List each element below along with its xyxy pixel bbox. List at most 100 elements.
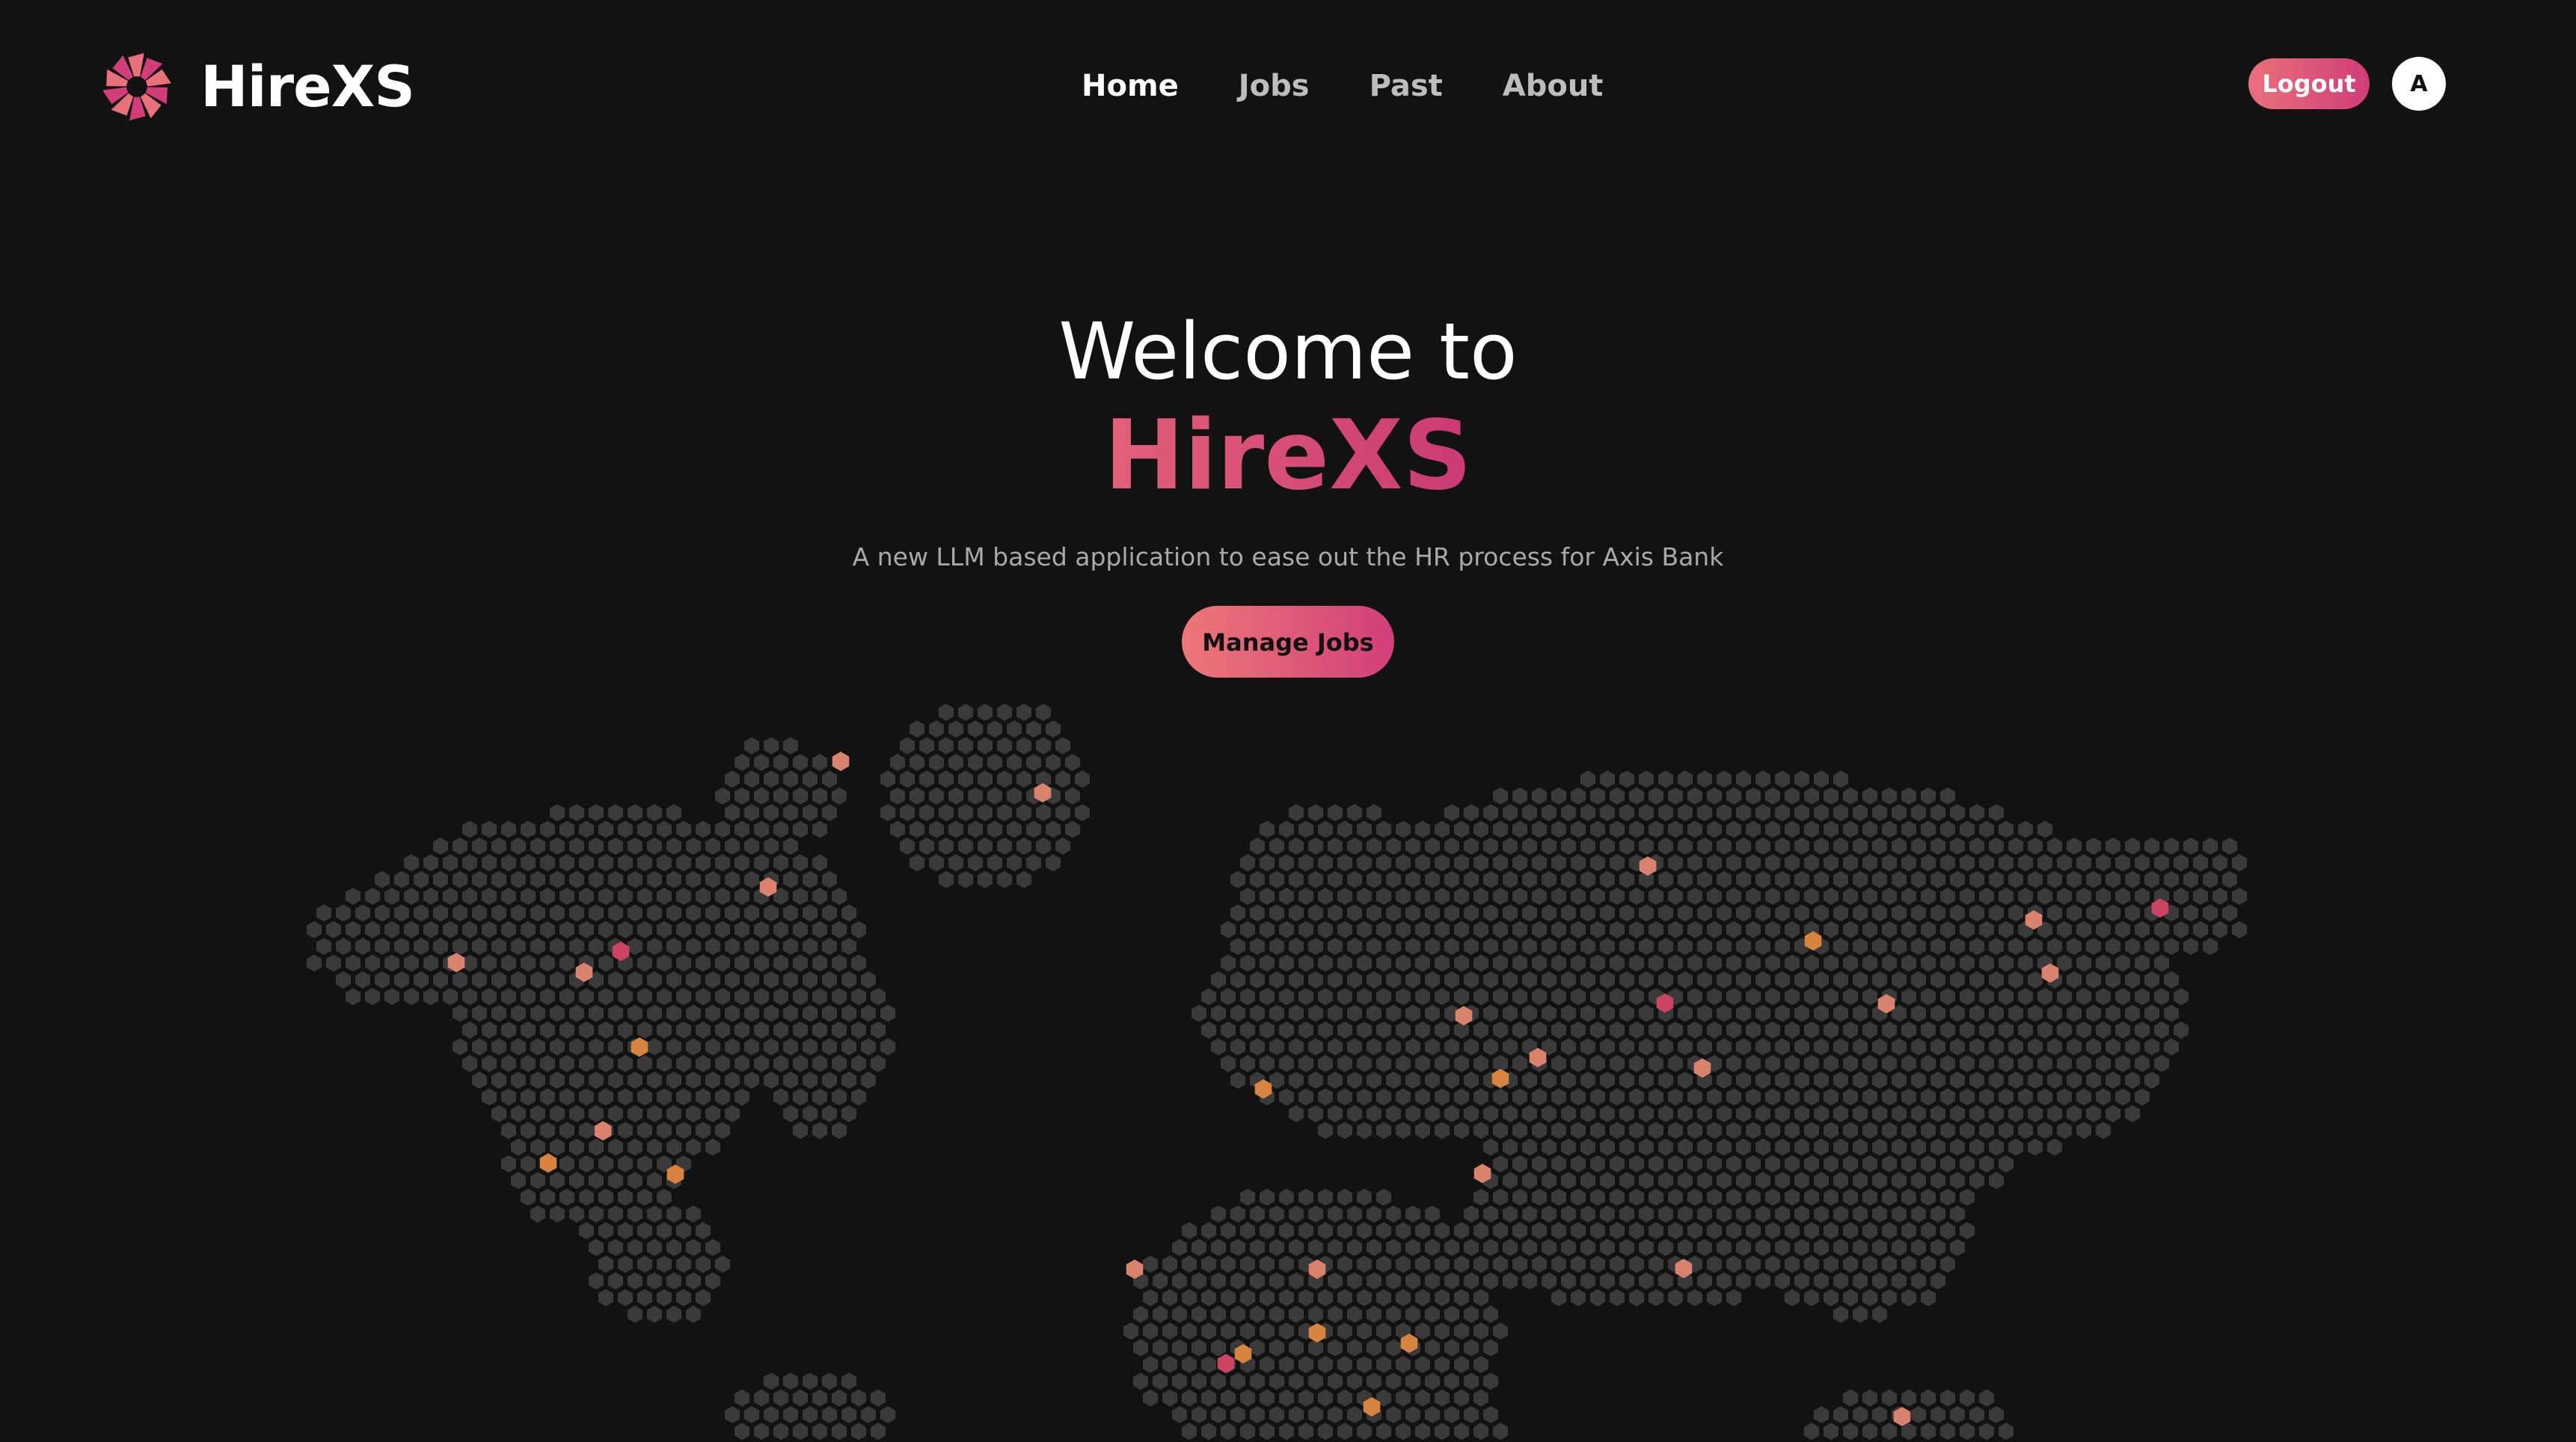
map-dot	[1911, 1205, 1926, 1223]
map-dot	[978, 837, 993, 855]
map-dot	[1143, 1322, 1158, 1340]
map-dot	[1833, 1239, 1848, 1257]
map-dot	[1026, 753, 1041, 771]
map-dot	[2174, 1021, 2189, 1039]
map-dot	[666, 971, 681, 989]
map-dot	[1717, 971, 1732, 989]
map-dot	[1192, 1004, 1206, 1022]
map-dot	[1872, 1305, 1887, 1323]
map-dot	[754, 753, 769, 771]
map-dot	[1367, 937, 1381, 955]
map-dot	[1687, 787, 1702, 805]
nav-item-jobs[interactable]: Jobs	[1239, 60, 1310, 112]
map-dot	[744, 937, 759, 955]
map-dot	[1230, 1372, 1245, 1390]
map-dot	[1298, 1055, 1313, 1073]
map-dot	[1736, 904, 1751, 922]
map-dot	[589, 804, 604, 821]
map-dot	[628, 804, 643, 821]
user-avatar[interactable]: A	[2392, 57, 2446, 111]
map-dot	[637, 1255, 652, 1273]
map-dot	[1269, 1272, 1284, 1290]
map-dot	[705, 1071, 720, 1089]
map-dot	[1931, 804, 1945, 821]
map-dot	[1979, 1055, 1994, 1073]
hero-section: Welcome to HireXS A new LLM based applic…	[0, 299, 2576, 678]
map-dot	[1230, 904, 1245, 922]
map-dot	[1503, 1205, 1518, 1223]
map-dot	[521, 1021, 536, 1039]
map-dot	[1182, 1289, 1197, 1307]
map-dot	[2135, 1088, 2150, 1106]
map-dot	[1668, 1222, 1683, 1239]
map-dot	[1571, 1121, 1586, 1139]
logout-button[interactable]: Logout	[2248, 58, 2370, 109]
map-dot	[1610, 921, 1625, 939]
map-dot	[1717, 871, 1732, 889]
nav-item-past[interactable]: Past	[1370, 60, 1443, 112]
map-dot	[1979, 1389, 1994, 1407]
map-dot	[1619, 1239, 1634, 1257]
map-dot	[1571, 1021, 1586, 1039]
map-dot	[1649, 787, 1663, 805]
map-dot	[1289, 937, 1304, 955]
map-dot	[1386, 871, 1401, 889]
map-dot	[939, 770, 954, 788]
map-dot	[657, 1222, 672, 1239]
map-dot	[1512, 787, 1527, 805]
map-dot	[2125, 1105, 2140, 1123]
map-dot	[676, 988, 691, 1005]
map-dot	[705, 1272, 720, 1290]
map-dot	[1726, 820, 1741, 838]
map-dot	[793, 921, 808, 939]
map-dot	[1814, 804, 1829, 821]
map-dot	[1386, 904, 1401, 922]
map-dot	[1347, 1038, 1362, 1056]
map-dot	[1940, 1255, 1955, 1273]
map-dot	[715, 1088, 730, 1106]
nav-item-about[interactable]: About	[1503, 60, 1604, 112]
map-dot	[628, 1105, 643, 1123]
map-dot	[2067, 1105, 2082, 1123]
map-dot	[1279, 1389, 1294, 1407]
map-dot	[1697, 1205, 1712, 1223]
map-dot	[1707, 988, 1722, 1005]
map-dot	[482, 1055, 497, 1073]
map-dot	[1921, 1188, 1936, 1206]
map-dot	[1794, 1004, 1809, 1022]
map-dot	[1833, 1004, 1848, 1022]
map-dot	[1376, 820, 1391, 838]
map-dot	[1172, 1406, 1187, 1423]
map-dot	[1367, 837, 1381, 855]
map-dot	[482, 921, 497, 939]
map-dot	[1298, 1355, 1313, 1373]
map-dot	[754, 921, 769, 939]
map-dot	[1775, 1004, 1790, 1022]
map-dot	[803, 971, 818, 989]
map-dot	[1269, 971, 1284, 989]
map-dot	[1512, 1088, 1527, 1106]
map-dot	[1911, 1038, 1926, 1056]
brand[interactable]: HireXS	[100, 49, 415, 124]
manage-jobs-button[interactable]: Manage Jobs	[1182, 606, 1394, 678]
map-dot	[1590, 1155, 1605, 1173]
map-dot	[501, 1155, 516, 1173]
map-dot	[1658, 1038, 1673, 1056]
nav-item-home[interactable]: Home	[1082, 60, 1179, 112]
map-dot	[1979, 854, 1994, 872]
map-dot	[696, 1055, 711, 1073]
map-dot	[1133, 1339, 1148, 1357]
map-dot	[569, 1038, 584, 1056]
map-dot	[1328, 904, 1343, 922]
map-dot	[1123, 1322, 1138, 1340]
map-dot	[735, 887, 749, 905]
map-dot	[1726, 787, 1741, 805]
map-dot	[1668, 787, 1683, 805]
map-dot	[1532, 1021, 1547, 1039]
map-dot	[1755, 1138, 1770, 1156]
map-dot	[1571, 1222, 1586, 1239]
map-dot	[1804, 1021, 1819, 1039]
map-dot	[1425, 871, 1440, 889]
map-dot	[1969, 1071, 1984, 1089]
map-dot	[2047, 1105, 2062, 1123]
